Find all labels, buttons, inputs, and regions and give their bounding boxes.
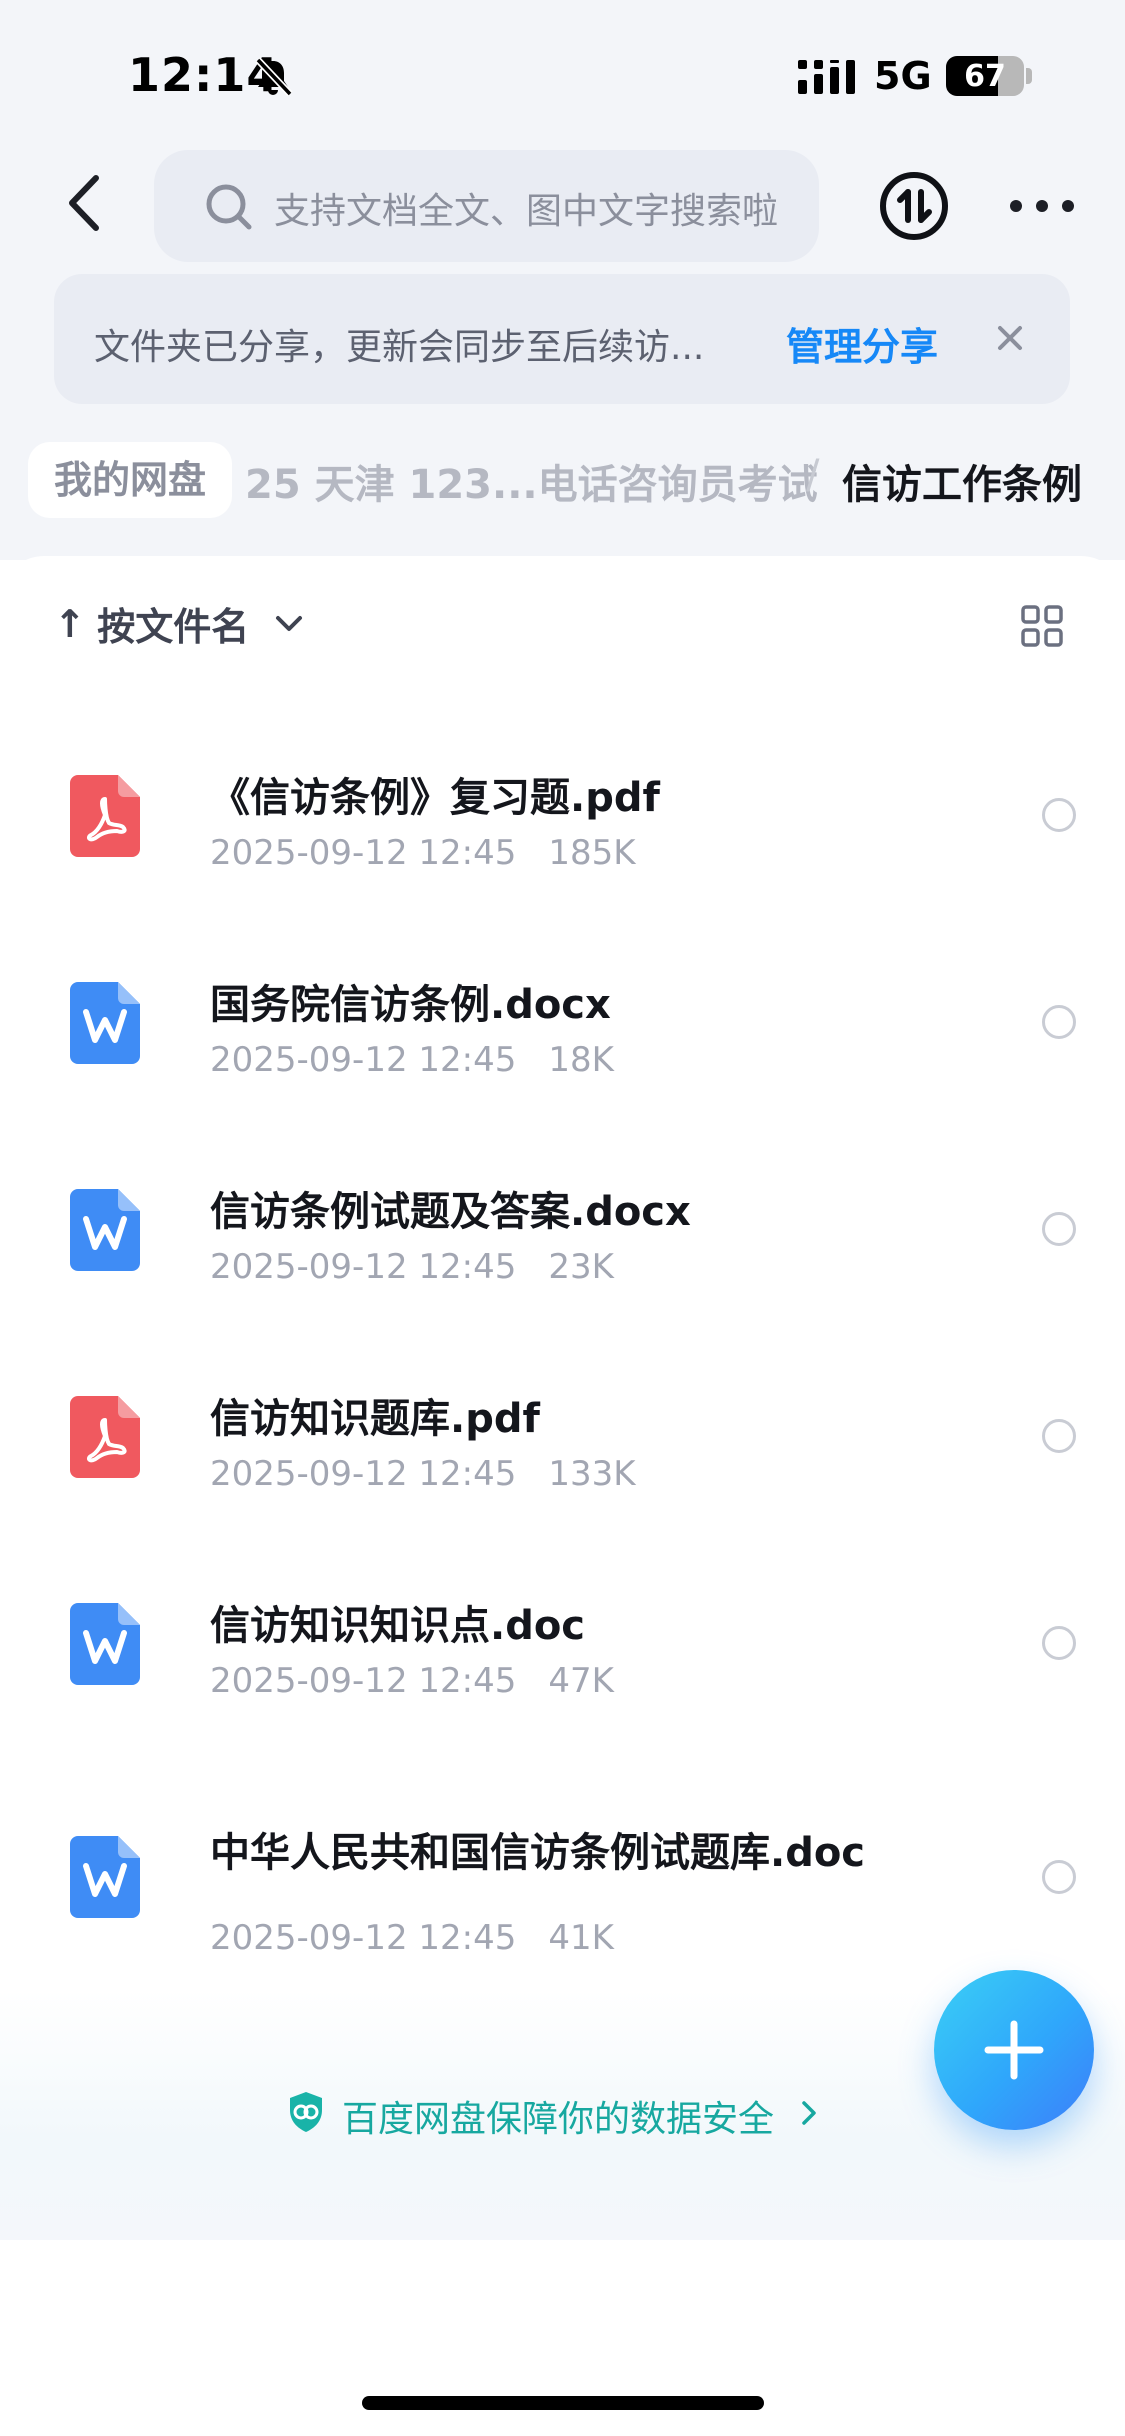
back-button[interactable] [56, 168, 116, 238]
file-date: 2025-09-12 12:45 [210, 1247, 517, 1287]
breadcrumb-parent[interactable]: 25 天津 123...电话咨询员考试 [245, 452, 818, 510]
shield-icon [290, 2092, 322, 2132]
breadcrumb-home[interactable]: 我的网盘 [28, 442, 233, 518]
file-meta: 2025-09-12 12:45 133K [210, 1454, 636, 1494]
add-button[interactable] [934, 1970, 1094, 2130]
more-icon-dot [1036, 200, 1048, 212]
security-text: 百度网盘保障你的数据安全 [342, 2099, 775, 2140]
cellular-signal-icon [798, 60, 855, 94]
file-meta: 2025-09-12 12:45 47K [210, 1661, 614, 1701]
pdf-file-icon [70, 775, 140, 857]
file-row[interactable]: 信访知识题库.pdf 2025-09-12 12:45 133K [0, 1356, 1125, 1516]
file-size: 18K [548, 1040, 614, 1080]
file-date: 2025-09-12 12:45 [210, 1040, 517, 1080]
share-banner: 文件夹已分享，更新会同步至后续访... 管理分享 [54, 274, 1070, 404]
file-name: 中华人民共和国信访条例试题库.doc [210, 1830, 866, 1876]
transfer-button[interactable] [880, 172, 948, 240]
file-row[interactable]: 信访知识知识点.doc 2025-09-12 12:45 47K [0, 1563, 1125, 1723]
file-name: 《信访条例》复习题.pdf [210, 775, 660, 821]
search-placeholder: 支持文档全文、图中文字搜索啦 [274, 191, 779, 232]
breadcrumb-current: 信访工作条例 [842, 462, 1082, 508]
file-size: 23K [548, 1247, 614, 1287]
network-type: 5G [874, 54, 932, 98]
word-file-icon [70, 1836, 140, 1918]
file-checkbox[interactable] [1042, 1005, 1076, 1039]
file-date: 2025-09-12 12:45 [210, 1454, 517, 1494]
file-checkbox[interactable] [1042, 1626, 1076, 1660]
file-name: 信访知识知识点.doc [210, 1603, 586, 1649]
manage-share-link[interactable]: 管理分享 [786, 316, 938, 371]
file-row[interactable]: 信访条例试题及答案.docx 2025-09-12 12:45 23K [0, 1149, 1125, 1309]
file-size: 41K [548, 1918, 614, 1958]
chevron-down-icon [276, 615, 303, 631]
status-bar: 12:14 5G 67 [0, 0, 1125, 150]
screen: 12:14 5G 67 支持文档全文、图中文字搜索啦 文件夹已分享，更新会同步至… [0, 0, 1125, 2436]
sort-label: 按文件名 [97, 605, 250, 649]
file-name: 国务院信访条例.docx [210, 982, 611, 1028]
word-file-icon [70, 1603, 140, 1685]
file-row[interactable]: 中华人民共和国信访条例试题库.doc 2025-09-12 12:45 41K [0, 1770, 1125, 1960]
bell-slash-icon [255, 57, 293, 97]
more-icon-dot [1062, 200, 1074, 212]
breadcrumb-separator: / [806, 452, 820, 498]
more-icon [1010, 200, 1022, 212]
search-icon [206, 184, 252, 230]
battery-cap [1026, 68, 1032, 84]
file-size: 185K [548, 833, 636, 873]
more-button[interactable] [1010, 196, 1074, 216]
file-name: 信访知识题库.pdf [210, 1396, 540, 1442]
plus-icon [984, 2020, 1044, 2080]
word-file-icon [70, 1189, 140, 1271]
file-checkbox[interactable] [1042, 1419, 1076, 1453]
file-row[interactable]: 《信访条例》复习题.pdf 2025-09-12 12:45 185K [0, 735, 1125, 895]
transfer-icon [897, 189, 932, 223]
file-meta: 2025-09-12 12:45 23K [210, 1247, 614, 1287]
grid-view-icon[interactable] [1020, 604, 1064, 648]
file-row[interactable]: 国务院信访条例.docx 2025-09-12 12:45 18K [0, 942, 1125, 1102]
file-date: 2025-09-12 12:45 [210, 833, 517, 873]
pdf-file-icon [70, 1396, 140, 1478]
file-size: 47K [548, 1661, 614, 1701]
close-icon[interactable] [986, 314, 1034, 362]
file-size: 133K [548, 1454, 636, 1494]
breadcrumb: 我的网盘 25 天津 123...电话咨询员考试 / 信访工作条例 [0, 432, 1125, 522]
file-checkbox[interactable] [1042, 1860, 1076, 1894]
sort-button[interactable]: ↑ 按文件名 [54, 596, 306, 656]
home-indicator [362, 2396, 764, 2410]
word-file-icon [70, 982, 140, 1064]
file-date: 2025-09-12 12:45 [210, 1661, 517, 1701]
file-meta: 2025-09-12 12:45 185K [210, 833, 636, 873]
battery-percent: 67 [964, 59, 1006, 94]
file-checkbox[interactable] [1042, 1212, 1076, 1246]
share-banner-text: 文件夹已分享，更新会同步至后续访... [94, 327, 705, 368]
chevron-right-icon [802, 2101, 816, 2125]
file-meta: 2025-09-12 12:45 41K [210, 1918, 614, 1958]
battery-icon: 67 [946, 56, 1024, 96]
file-checkbox[interactable] [1042, 798, 1076, 832]
search-input[interactable]: 支持文档全文、图中文字搜索啦 [154, 150, 819, 262]
file-date: 2025-09-12 12:45 [210, 1918, 517, 1958]
file-meta: 2025-09-12 12:45 18K [210, 1040, 614, 1080]
file-name: 信访条例试题及答案.docx [210, 1189, 691, 1235]
sort-arrow-icon: ↑ [54, 601, 86, 646]
